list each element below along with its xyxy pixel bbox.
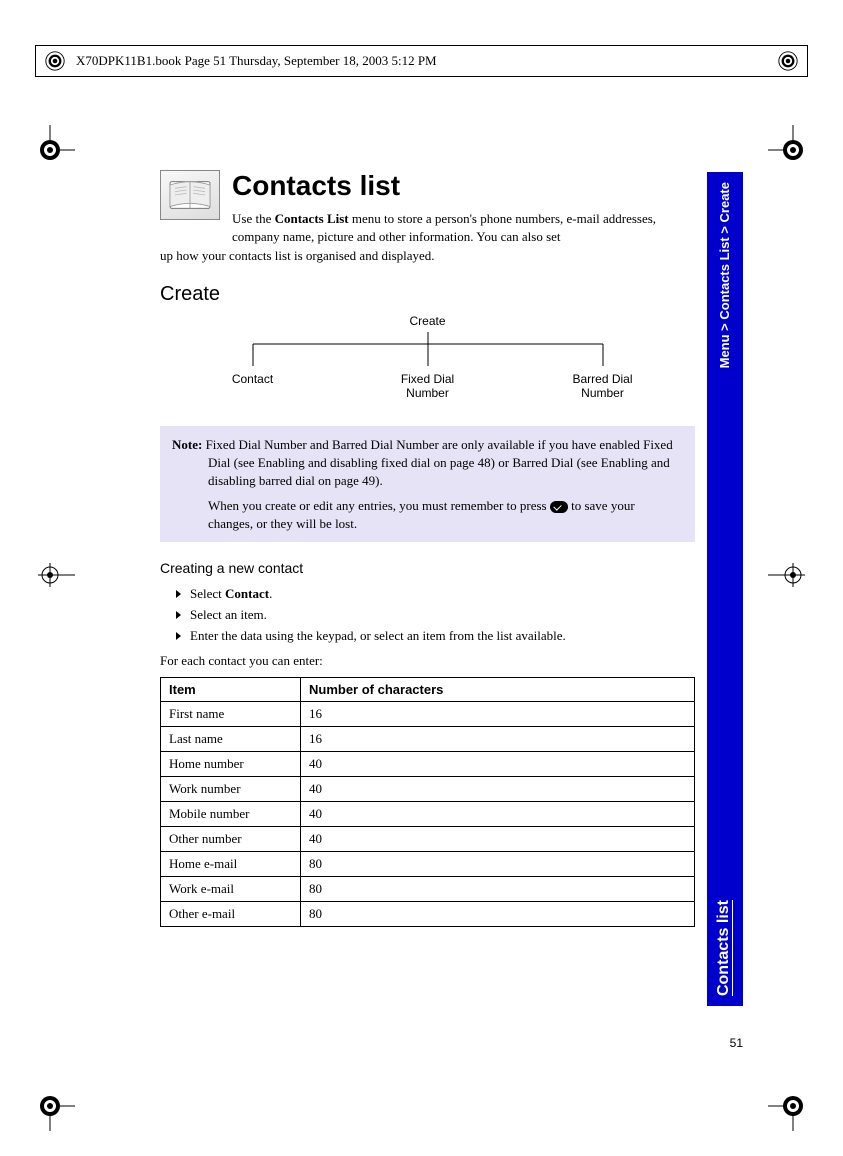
doc-info-text: X70DPK11B1.book Page 51 Thursday, Septem… xyxy=(76,53,437,69)
note-paragraph-1: Note: Fixed Dial Number and Barred Dial … xyxy=(208,436,683,489)
create-tree-diagram: Create Contact Fixed Dial Number Barred … xyxy=(193,314,663,401)
table-row: Last name16 xyxy=(161,726,695,751)
intro-paragraph-wrap: up how your contacts list is organised a… xyxy=(160,247,695,265)
tree-branch-fixed-dial: Fixed Dial Number xyxy=(368,372,488,401)
table-cell-item: Other e-mail xyxy=(161,901,301,926)
intro-paragraph-inline: Use the Contacts List menu to store a pe… xyxy=(232,210,695,245)
steps-list: Select Contact. Select an item. Enter th… xyxy=(176,584,695,646)
character-limit-table: Item Number of characters First name16La… xyxy=(160,677,695,927)
table-cell-chars: 16 xyxy=(301,726,695,751)
table-cell-item: Other number xyxy=(161,826,301,851)
table-cell-item: Home number xyxy=(161,751,301,776)
table-row: Mobile number40 xyxy=(161,801,695,826)
table-header-chars: Number of characters xyxy=(301,677,695,701)
create-heading: Create xyxy=(160,283,695,306)
table-cell-item: Mobile number xyxy=(161,801,301,826)
spiral-icon xyxy=(44,50,66,72)
doc-header-bar: X70DPK11B1.book Page 51 Thursday, Septem… xyxy=(35,45,808,77)
tree-branch-contact: Contact xyxy=(193,372,313,401)
contacts-book-icon xyxy=(160,170,220,220)
tree-root-label: Create xyxy=(193,314,663,328)
table-cell-chars: 40 xyxy=(301,801,695,826)
table-cell-chars: 16 xyxy=(301,701,695,726)
creating-contact-heading: Creating a new contact xyxy=(160,560,695,576)
step-item: Select Contact. xyxy=(176,584,695,605)
note-paragraph-2: When you create or edit any entries, you… xyxy=(208,497,683,532)
note-box: Note: Fixed Dial Number and Barred Dial … xyxy=(160,426,695,542)
crop-mark-icon xyxy=(768,550,818,600)
crop-mark-icon xyxy=(768,125,818,175)
table-cell-item: Home e-mail xyxy=(161,851,301,876)
table-cell-chars: 40 xyxy=(301,776,695,801)
table-cell-chars: 80 xyxy=(301,851,695,876)
table-cell-chars: 40 xyxy=(301,826,695,851)
table-cell-item: Work e-mail xyxy=(161,876,301,901)
table-cell-item: Work number xyxy=(161,776,301,801)
table-row: Work e-mail80 xyxy=(161,876,695,901)
table-cell-item: Last name xyxy=(161,726,301,751)
page-number: 51 xyxy=(730,1036,743,1050)
side-tab-section: Contacts list xyxy=(715,900,733,996)
table-row: Home e-mail80 xyxy=(161,851,695,876)
step-item: Enter the data using the keypad, or sele… xyxy=(176,626,695,647)
crop-mark-icon xyxy=(25,550,75,600)
crop-mark-icon xyxy=(25,1081,75,1131)
table-row: Other e-mail80 xyxy=(161,901,695,926)
save-key-icon xyxy=(550,501,568,513)
table-cell-chars: 80 xyxy=(301,901,695,926)
table-row: Work number40 xyxy=(161,776,695,801)
side-tab-breadcrumb: Menu > Contacts List > Create xyxy=(717,182,732,368)
crop-mark-icon xyxy=(768,1081,818,1131)
page-content: Contacts list Use the Contacts List menu… xyxy=(160,170,695,927)
table-intro-text: For each contact you can enter: xyxy=(160,653,695,669)
table-cell-item: First name xyxy=(161,701,301,726)
step-item: Select an item. xyxy=(176,605,695,626)
page-title: Contacts list xyxy=(232,170,695,202)
crop-mark-icon xyxy=(25,125,75,175)
side-tab: Menu > Contacts List > Create Contacts l… xyxy=(707,172,743,1006)
table-row: Other number40 xyxy=(161,826,695,851)
table-row: Home number40 xyxy=(161,751,695,776)
table-cell-chars: 80 xyxy=(301,876,695,901)
table-cell-chars: 40 xyxy=(301,751,695,776)
table-row: First name16 xyxy=(161,701,695,726)
spiral-icon xyxy=(777,50,799,72)
tree-branch-barred-dial: Barred Dial Number xyxy=(543,372,663,401)
table-header-item: Item xyxy=(161,677,301,701)
